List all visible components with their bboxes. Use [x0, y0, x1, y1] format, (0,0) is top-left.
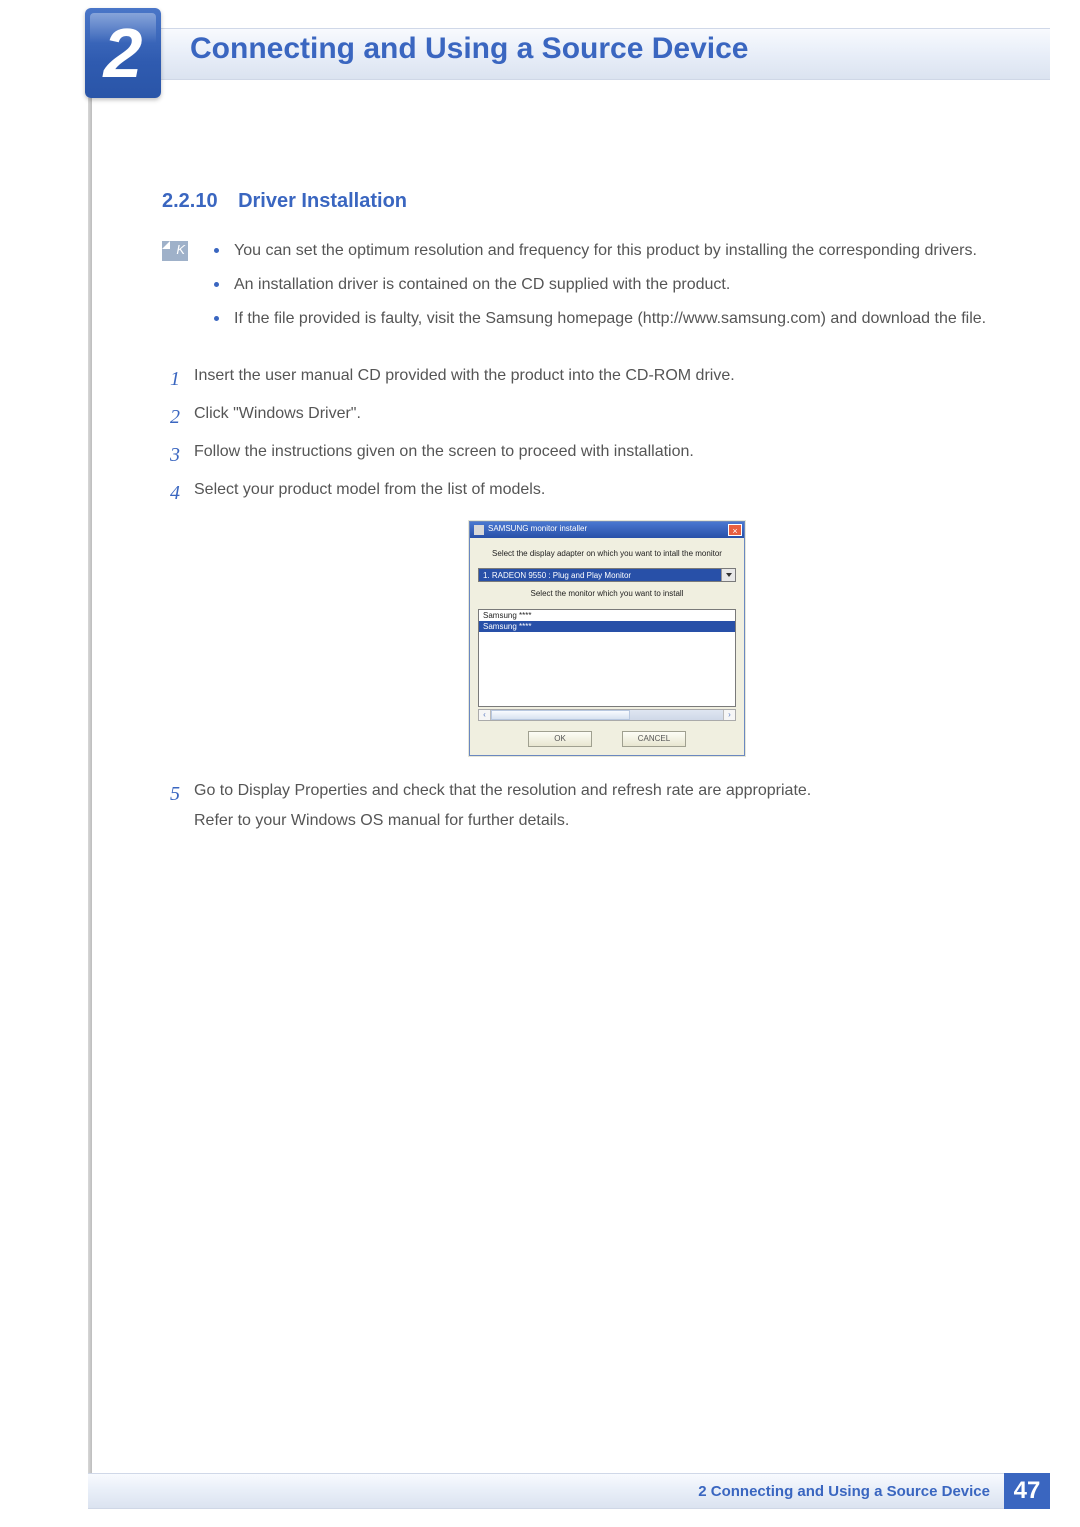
installer-title: SAMSUNG monitor installer	[488, 523, 728, 536]
section-title: Driver Installation	[238, 190, 407, 212]
page-number: 47	[1004, 1473, 1050, 1509]
step-2: 2 Click "Windows Driver".	[162, 401, 1020, 433]
step-3: 3 Follow the instructions given on the s…	[162, 439, 1020, 471]
adapter-combo-value: 1. RADEON 9550 : Plug and Play Monitor	[479, 569, 721, 581]
step-number: 4	[162, 477, 180, 772]
step-text: Go to Display Properties and check that …	[194, 778, 1020, 804]
chapter-badge: 2	[85, 8, 161, 98]
steps-list: 1 Insert the user manual CD provided wit…	[162, 363, 1020, 837]
step-text: Insert the user manual CD provided with …	[194, 363, 1020, 389]
app-icon	[474, 525, 484, 535]
list-item-selected[interactable]: Samsung ****	[479, 621, 735, 632]
ok-button[interactable]: OK	[528, 731, 592, 747]
installer-titlebar[interactable]: SAMSUNG monitor installer ×	[470, 522, 744, 538]
step-number: 2	[162, 401, 180, 433]
monitor-listbox[interactable]: Samsung **** Samsung ****	[478, 609, 736, 707]
chapter-title: Connecting and Using a Source Device	[190, 32, 748, 66]
step-4: 4 Select your product model from the lis…	[162, 477, 1020, 772]
step-text: Refer to your Windows OS manual for furt…	[194, 808, 1020, 834]
section-number: 2.2.10	[162, 190, 218, 212]
monitor-label: Select the monitor which you want to ins…	[478, 588, 736, 601]
list-item[interactable]: Samsung ****	[479, 610, 735, 621]
horizontal-scrollbar[interactable]: ‹ ›	[478, 709, 736, 721]
step-text: Click "Windows Driver".	[194, 401, 1020, 427]
left-margin-rule	[88, 98, 92, 1478]
step-1: 1 Insert the user manual CD provided wit…	[162, 363, 1020, 395]
step-5: 5 Go to Display Properties and check tha…	[162, 778, 1020, 837]
adapter-combo[interactable]: 1. RADEON 9550 : Plug and Play Monitor	[478, 568, 736, 582]
note-item: If the file provided is faulty, visit th…	[206, 307, 1020, 331]
installer-dialog: SAMSUNG monitor installer × Select the d…	[469, 521, 745, 757]
step-number: 3	[162, 439, 180, 471]
step-text: Follow the instructions given on the scr…	[194, 439, 1020, 465]
step-text: Select your product model from the list …	[194, 477, 1020, 503]
cancel-button[interactable]: CANCEL	[622, 731, 686, 747]
page-footer: 2 Connecting and Using a Source Device 4…	[88, 1473, 1050, 1509]
footer-text: 2 Connecting and Using a Source Device	[88, 1473, 1004, 1509]
note-list: You can set the optimum resolution and f…	[206, 239, 1020, 341]
chevron-down-icon[interactable]	[721, 569, 735, 581]
scroll-thumb[interactable]	[491, 710, 630, 720]
note-icon: K	[162, 241, 188, 261]
scroll-track[interactable]	[491, 710, 723, 720]
close-icon[interactable]: ×	[728, 524, 742, 536]
adapter-label: Select the display adapter on which you …	[478, 548, 736, 561]
chapter-number: 2	[104, 18, 143, 88]
scroll-left-icon[interactable]: ‹	[479, 710, 491, 720]
scroll-right-icon[interactable]: ›	[723, 710, 735, 720]
note-item: You can set the optimum resolution and f…	[206, 239, 1020, 263]
note-item: An installation driver is contained on t…	[206, 273, 1020, 297]
step-number: 1	[162, 363, 180, 395]
step-number: 5	[162, 778, 180, 837]
section-heading: 2.2.10 Driver Installation	[162, 190, 1020, 213]
